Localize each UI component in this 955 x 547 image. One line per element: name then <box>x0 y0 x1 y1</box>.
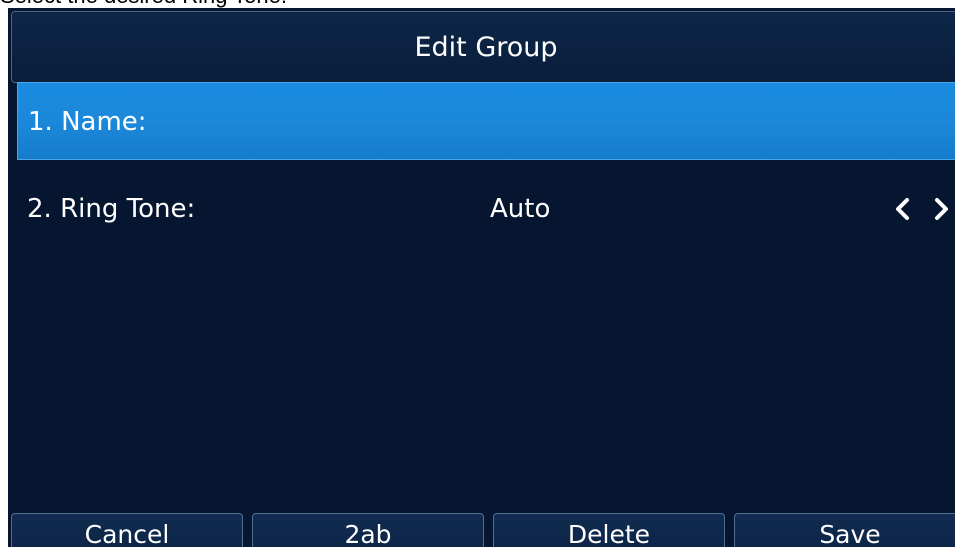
input-mode-button[interactable]: 2ab <box>252 513 484 547</box>
instruction-caption-text: Select the desired Ring Tone. <box>0 0 287 8</box>
cancel-button[interactable]: Cancel <box>11 513 243 547</box>
field-label-name: 1. Name: <box>28 107 147 137</box>
save-button[interactable]: Save <box>734 513 955 547</box>
chevron-left-icon[interactable] <box>893 197 911 221</box>
ring-tone-value: Auto <box>490 194 551 224</box>
page-title: Edit Group <box>414 32 558 63</box>
chevron-right-icon[interactable] <box>933 197 951 221</box>
instruction-caption: Select the desired Ring Tone. <box>0 0 955 8</box>
field-row-ring-tone[interactable]: 2. Ring Tone: Auto <box>17 170 955 248</box>
softkey-bar: Cancel 2ab Delete Save <box>8 513 955 547</box>
delete-button[interactable]: Delete <box>493 513 725 547</box>
field-row-name[interactable]: 1. Name: <box>17 82 955 160</box>
title-bar: Edit Group <box>11 11 955 83</box>
field-label-ring-tone: 2. Ring Tone: <box>27 194 196 224</box>
phone-screen: Edit Group 1. Name: 2. Ring Tone: Auto C… <box>8 8 955 547</box>
